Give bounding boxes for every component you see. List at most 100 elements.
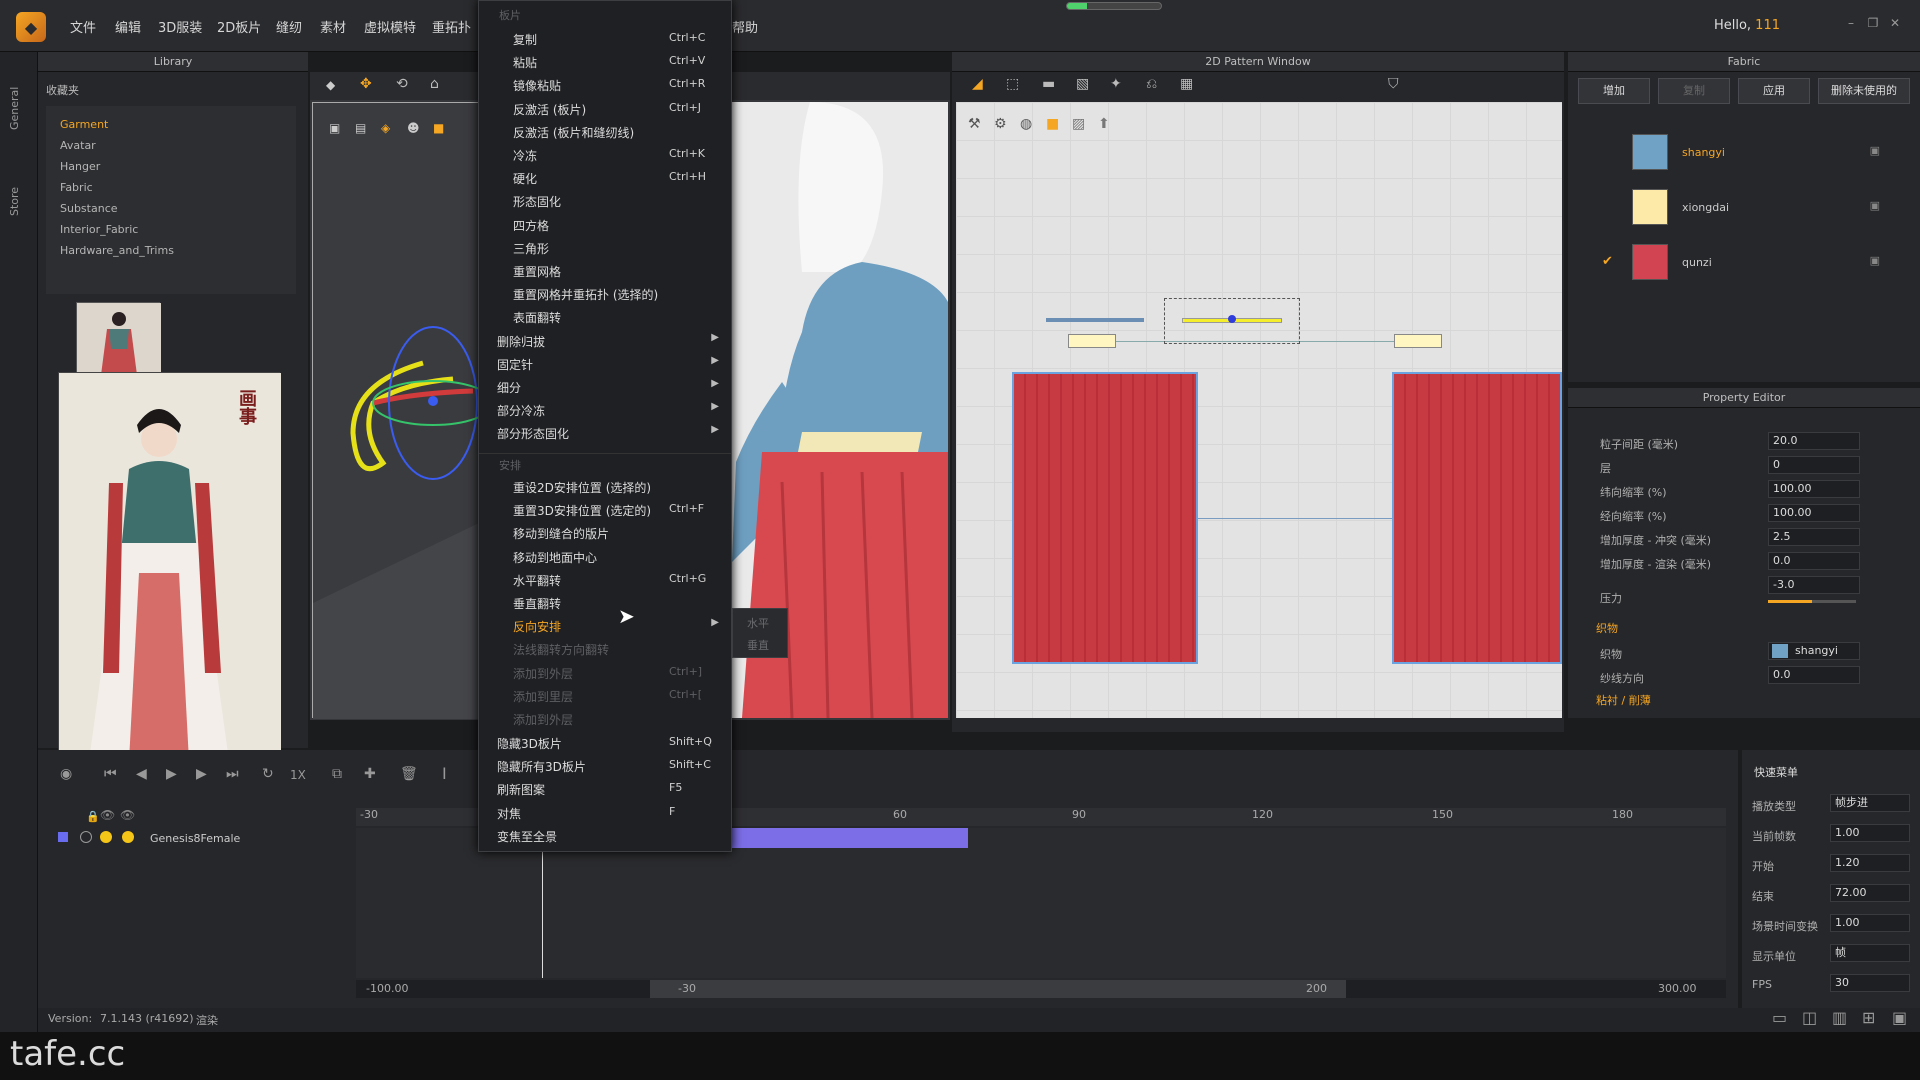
visibility-icon[interactable]: 👁: [120, 808, 135, 822]
minimize-icon[interactable]: –: [1842, 16, 1860, 32]
context-menu-item[interactable]: 重置网格: [479, 259, 731, 281]
rail-tab-general[interactable]: General: [8, 70, 30, 130]
fabric-settings-icon[interactable]: ▣: [1870, 254, 1880, 267]
track-name[interactable]: Genesis8Female: [150, 832, 240, 845]
library-item-substance[interactable]: Substance: [60, 202, 118, 215]
timeline-scroll-thumb[interactable]: [650, 980, 1346, 998]
layout-custom-icon[interactable]: ▣: [1892, 1008, 1907, 1027]
quick-value[interactable]: 1.00: [1830, 914, 1910, 932]
pattern-canvas[interactable]: ⚒ ⚙ ◍ ■ ▨ ⬆: [956, 102, 1562, 718]
context-menu-item[interactable]: 细分 ▶: [479, 375, 731, 397]
prop-value[interactable]: 0.0: [1768, 666, 1860, 684]
pattern-tool-icon[interactable]: ⚒: [968, 116, 981, 132]
fabric-delete-unused-button[interactable]: 删除未使用的: [1818, 78, 1910, 104]
context-menu-item[interactable]: 固定针 ▶: [479, 352, 731, 374]
submenu-horizontal[interactable]: 水平: [747, 615, 769, 631]
text-cursor-icon[interactable]: I: [442, 764, 447, 783]
library-item-hanger[interactable]: Hanger: [60, 160, 100, 173]
speed-label[interactable]: 1X: [290, 768, 306, 782]
close-icon[interactable]: ✕: [1886, 16, 1904, 32]
context-menu-item[interactable]: 反向安排 ▶: [479, 614, 731, 636]
select-icon[interactable]: ◆: [326, 78, 335, 92]
fabric-copy-button[interactable]: 复制: [1658, 78, 1730, 104]
prop-value[interactable]: 100.00: [1768, 480, 1860, 498]
lock-icon[interactable]: 🔒: [86, 810, 100, 823]
library-item-garment[interactable]: Garment: [60, 118, 108, 131]
restore-icon[interactable]: ❐: [1864, 16, 1882, 32]
pattern-pin-icon[interactable]: ✦: [1110, 76, 1122, 92]
prop-value[interactable]: 100.00: [1768, 504, 1860, 522]
context-menu-item[interactable]: 删除归拔 ▶: [479, 329, 731, 351]
pattern-rect-icon[interactable]: ▬: [1042, 76, 1055, 92]
section-fabric[interactable]: 织物: [1596, 620, 1618, 636]
context-menu-item[interactable]: 反激活 (板片和缝纫线): [479, 120, 731, 142]
menu-2d-pattern[interactable]: 2D板片: [217, 17, 261, 36]
menu-file[interactable]: 文件: [70, 17, 96, 36]
layout-single-icon[interactable]: ▭: [1772, 1008, 1787, 1027]
app-logo-icon[interactable]: ◆: [16, 12, 46, 42]
menu-3d-garment[interactable]: 3D服装: [158, 17, 202, 36]
3d-viewport-scene[interactable]: ▣ ▤ ◈ ☻ ■: [312, 102, 494, 719]
prop-value[interactable]: 20.0: [1768, 432, 1860, 450]
submenu-vertical[interactable]: 垂直: [747, 637, 769, 653]
pattern-tool6-icon[interactable]: ⬆: [1098, 116, 1110, 132]
context-menu-item[interactable]: 垂直翻转: [479, 591, 731, 613]
menu-retopology[interactable]: 重拓扑: [432, 17, 471, 36]
move-icon[interactable]: ✥: [360, 76, 372, 92]
pattern-piece-small-left[interactable]: [1068, 334, 1116, 348]
track-toggle-icon[interactable]: [80, 831, 92, 843]
context-menu-item[interactable]: 反激活 (板片) Ctrl+J: [479, 97, 731, 119]
context-menu-item[interactable]: 移动到缝合的版片: [479, 521, 731, 543]
pattern-sew-icon[interactable]: ⎌: [1146, 76, 1157, 92]
pattern-grid-icon[interactable]: ▦: [1180, 76, 1193, 92]
selection-pivot[interactable]: [1228, 315, 1236, 323]
eye-icon[interactable]: 👁: [100, 808, 115, 822]
thumbnail-image[interactable]: [76, 302, 161, 375]
pattern-tool3-icon[interactable]: ◍: [1020, 116, 1032, 132]
prop-value[interactable]: 0.0: [1768, 552, 1860, 570]
quick-select[interactable]: 帧步进: [1830, 794, 1910, 812]
context-menu-item[interactable]: 部分冷冻 ▶: [479, 398, 731, 420]
viewport-texture-icon[interactable]: ■: [433, 121, 444, 135]
context-menu-item[interactable]: 四方格: [479, 213, 731, 235]
menu-help[interactable]: 帮助: [732, 17, 758, 36]
context-menu-item[interactable]: 重设2D安排位置 (选择的): [479, 475, 731, 497]
prop-value[interactable]: -3.0: [1768, 576, 1860, 594]
fabric-settings-icon[interactable]: ▣: [1870, 199, 1880, 212]
context-menu-item[interactable]: 水平翻转 Ctrl+G: [479, 568, 731, 590]
prop-value[interactable]: 2.5: [1768, 528, 1860, 546]
loop-icon[interactable]: ↻: [262, 766, 274, 782]
viewport-fabric-icon[interactable]: ◈: [381, 121, 390, 135]
context-menu-item[interactable]: 移动到地面中心: [479, 545, 731, 567]
fabric-settings-icon[interactable]: ▣: [1870, 144, 1880, 157]
section-interlining[interactable]: 粘衬 / 削薄: [1596, 692, 1651, 708]
fabric-item-shangyi[interactable]: shangyi ▣: [1590, 126, 1910, 176]
context-menu-item[interactable]: 硬化 Ctrl+H: [479, 166, 731, 188]
delete-key-icon[interactable]: 🗑: [400, 766, 418, 782]
viewport-garment-icon[interactable]: ▤: [355, 121, 366, 135]
quick-value[interactable]: 1.20: [1830, 854, 1910, 872]
step-back-icon[interactable]: ◀: [136, 766, 147, 782]
record-icon[interactable]: ◉: [60, 766, 72, 782]
pattern-tool2-icon[interactable]: ⚙: [994, 116, 1007, 132]
pattern-piece-skirt-right[interactable]: [1392, 372, 1562, 664]
library-item-avatar[interactable]: Avatar: [60, 139, 96, 152]
library-item-fabric[interactable]: Fabric: [60, 181, 93, 194]
context-menu-item[interactable]: 镜像粘贴 Ctrl+R: [479, 73, 731, 95]
context-menu-item[interactable]: 形态固化: [479, 189, 731, 211]
menu-edit[interactable]: 编辑: [115, 17, 141, 36]
context-menu-item[interactable]: 刷新图案 F5: [479, 777, 731, 799]
skip-end-icon[interactable]: ⏭: [226, 766, 239, 782]
context-menu-item[interactable]: 部分形态固化 ▶: [479, 421, 731, 443]
context-menu-item[interactable]: 冷冻 Ctrl+K: [479, 143, 731, 165]
layout-split-icon[interactable]: ◫: [1802, 1008, 1817, 1027]
context-menu-item[interactable]: 隐藏3D板片 Shift+Q: [479, 731, 731, 753]
quick-select[interactable]: 帧: [1830, 944, 1910, 962]
track-dot2-icon[interactable]: [122, 831, 134, 843]
rail-tab-store[interactable]: Store: [8, 176, 30, 216]
context-menu-item[interactable]: 变焦至全景: [479, 824, 731, 846]
context-menu-item[interactable]: 粘贴 Ctrl+V: [479, 50, 731, 72]
animation-clip[interactable]: [732, 828, 968, 848]
menu-sewing[interactable]: 缝纫: [276, 17, 302, 36]
fabric-item-qunzi[interactable]: ✔ qunzi ▣: [1590, 236, 1910, 286]
